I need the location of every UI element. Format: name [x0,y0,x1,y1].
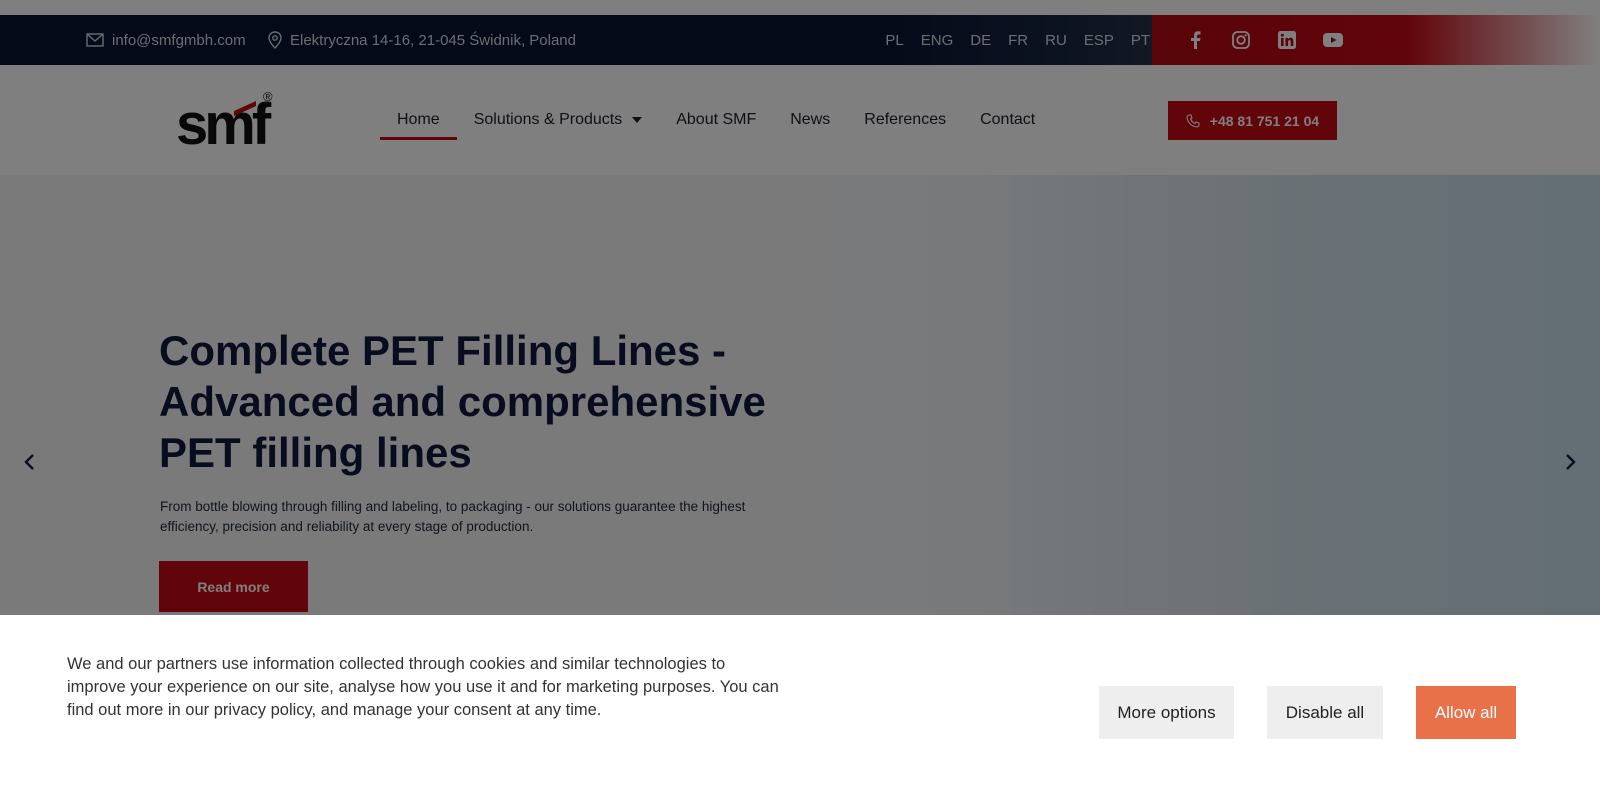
location-pin-icon [268,31,282,49]
hero-slider: Complete PET Filling Lines - Advanced an… [0,175,1600,615]
main-nav: Home Solutions & Products About SMF News… [380,65,1052,175]
lang-eng[interactable]: ENG [921,32,954,49]
page: info@smfgmbh.com Elektryczna 14-16, 21-0… [0,0,1600,785]
nav-references-label: References [864,111,947,128]
nav-about-label: About SMF [676,111,757,128]
nav-about[interactable]: About SMF [659,100,773,140]
chevron-right-icon [1566,454,1576,470]
chevron-left-icon [24,454,34,470]
lang-ru[interactable]: RU [1045,32,1067,49]
top-bar: info@smfgmbh.com Elektryczna 14-16, 21-0… [0,15,1600,65]
email-text: info@smfgmbh.com [112,31,246,49]
nav-contact[interactable]: Contact [963,100,1052,140]
slider-prev-arrow[interactable] [20,452,40,472]
nav-news[interactable]: News [773,100,847,140]
facebook-icon[interactable] [1185,30,1205,50]
address-text: Elektryczna 14-16, 21-045 Świdnik, Polan… [290,31,576,49]
social-links [1185,15,1343,65]
lang-esp[interactable]: ESP [1084,32,1114,49]
nav-home-label: Home [397,111,440,128]
disable-all-button[interactable]: Disable all [1267,686,1383,739]
instagram-icon[interactable] [1231,30,1251,50]
read-more-button[interactable]: Read more [159,561,308,612]
language-switcher: PL ENG DE FR RU ESP PT [868,15,1150,65]
phone-button[interactable]: +48 81 751 21 04 [1168,101,1337,140]
mail-icon [86,33,104,47]
lang-de[interactable]: DE [970,32,991,49]
phone-number: +48 81 751 21 04 [1209,112,1320,129]
youtube-icon[interactable] [1323,30,1343,50]
nav-home[interactable]: Home [380,100,457,140]
top-gap [0,0,1600,15]
lang-fr[interactable]: FR [1008,32,1028,49]
svg-text:®: ® [263,89,273,104]
svg-text:smf: smf [176,92,272,149]
smf-logo[interactable]: smf ® [176,87,276,157]
phone-icon [1186,113,1200,128]
slider-next-arrow[interactable] [1560,452,1580,472]
cookie-text: We and our partners use information coll… [67,655,779,719]
site-header: smf ® Home Solutions & Products About SM… [0,65,1600,175]
linkedin-icon[interactable] [1277,30,1297,50]
address-link[interactable]: Elektryczna 14-16, 21-045 Świdnik, Polan… [268,15,576,65]
nav-solutions-label: Solutions & Products [473,111,623,128]
nav-contact-label: Contact [980,111,1036,128]
hero-title: Complete PET Filling Lines - Advanced an… [159,327,766,476]
nav-news-label: News [790,111,831,128]
more-options-button[interactable]: More options [1099,686,1234,739]
allow-all-button[interactable]: Allow all [1416,686,1516,739]
lang-pt[interactable]: PT [1131,32,1150,49]
lang-pl[interactable]: PL [885,32,903,49]
nav-references[interactable]: References [847,100,963,140]
cookie-banner: We and our partners use information coll… [0,615,1600,785]
hero-subtitle: From bottle blowing through filling and … [160,499,746,534]
email-link[interactable]: info@smfgmbh.com [86,15,246,65]
caret-down-icon [632,117,643,123]
nav-solutions-products[interactable]: Solutions & Products [457,100,660,140]
